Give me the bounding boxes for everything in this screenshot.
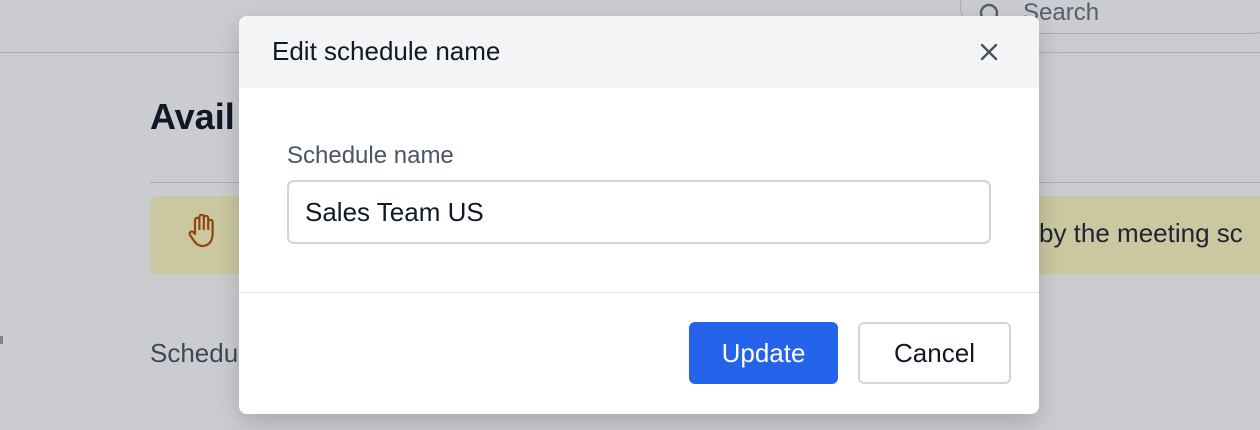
- update-button[interactable]: Update: [689, 322, 838, 384]
- close-icon: [980, 43, 998, 61]
- footer-divider: [239, 292, 1039, 293]
- dialog-body: Schedule name: [239, 88, 1039, 292]
- schedule-name-input[interactable]: [287, 180, 991, 244]
- cancel-button[interactable]: Cancel: [858, 322, 1011, 384]
- schedule-name-label: Schedule name: [287, 142, 454, 169]
- dialog-header: Edit schedule name: [239, 16, 1039, 88]
- dialog-title: Edit schedule name: [272, 36, 501, 66]
- close-button[interactable]: [973, 36, 1005, 68]
- edit-schedule-dialog: Edit schedule name Schedule name Update …: [239, 16, 1039, 414]
